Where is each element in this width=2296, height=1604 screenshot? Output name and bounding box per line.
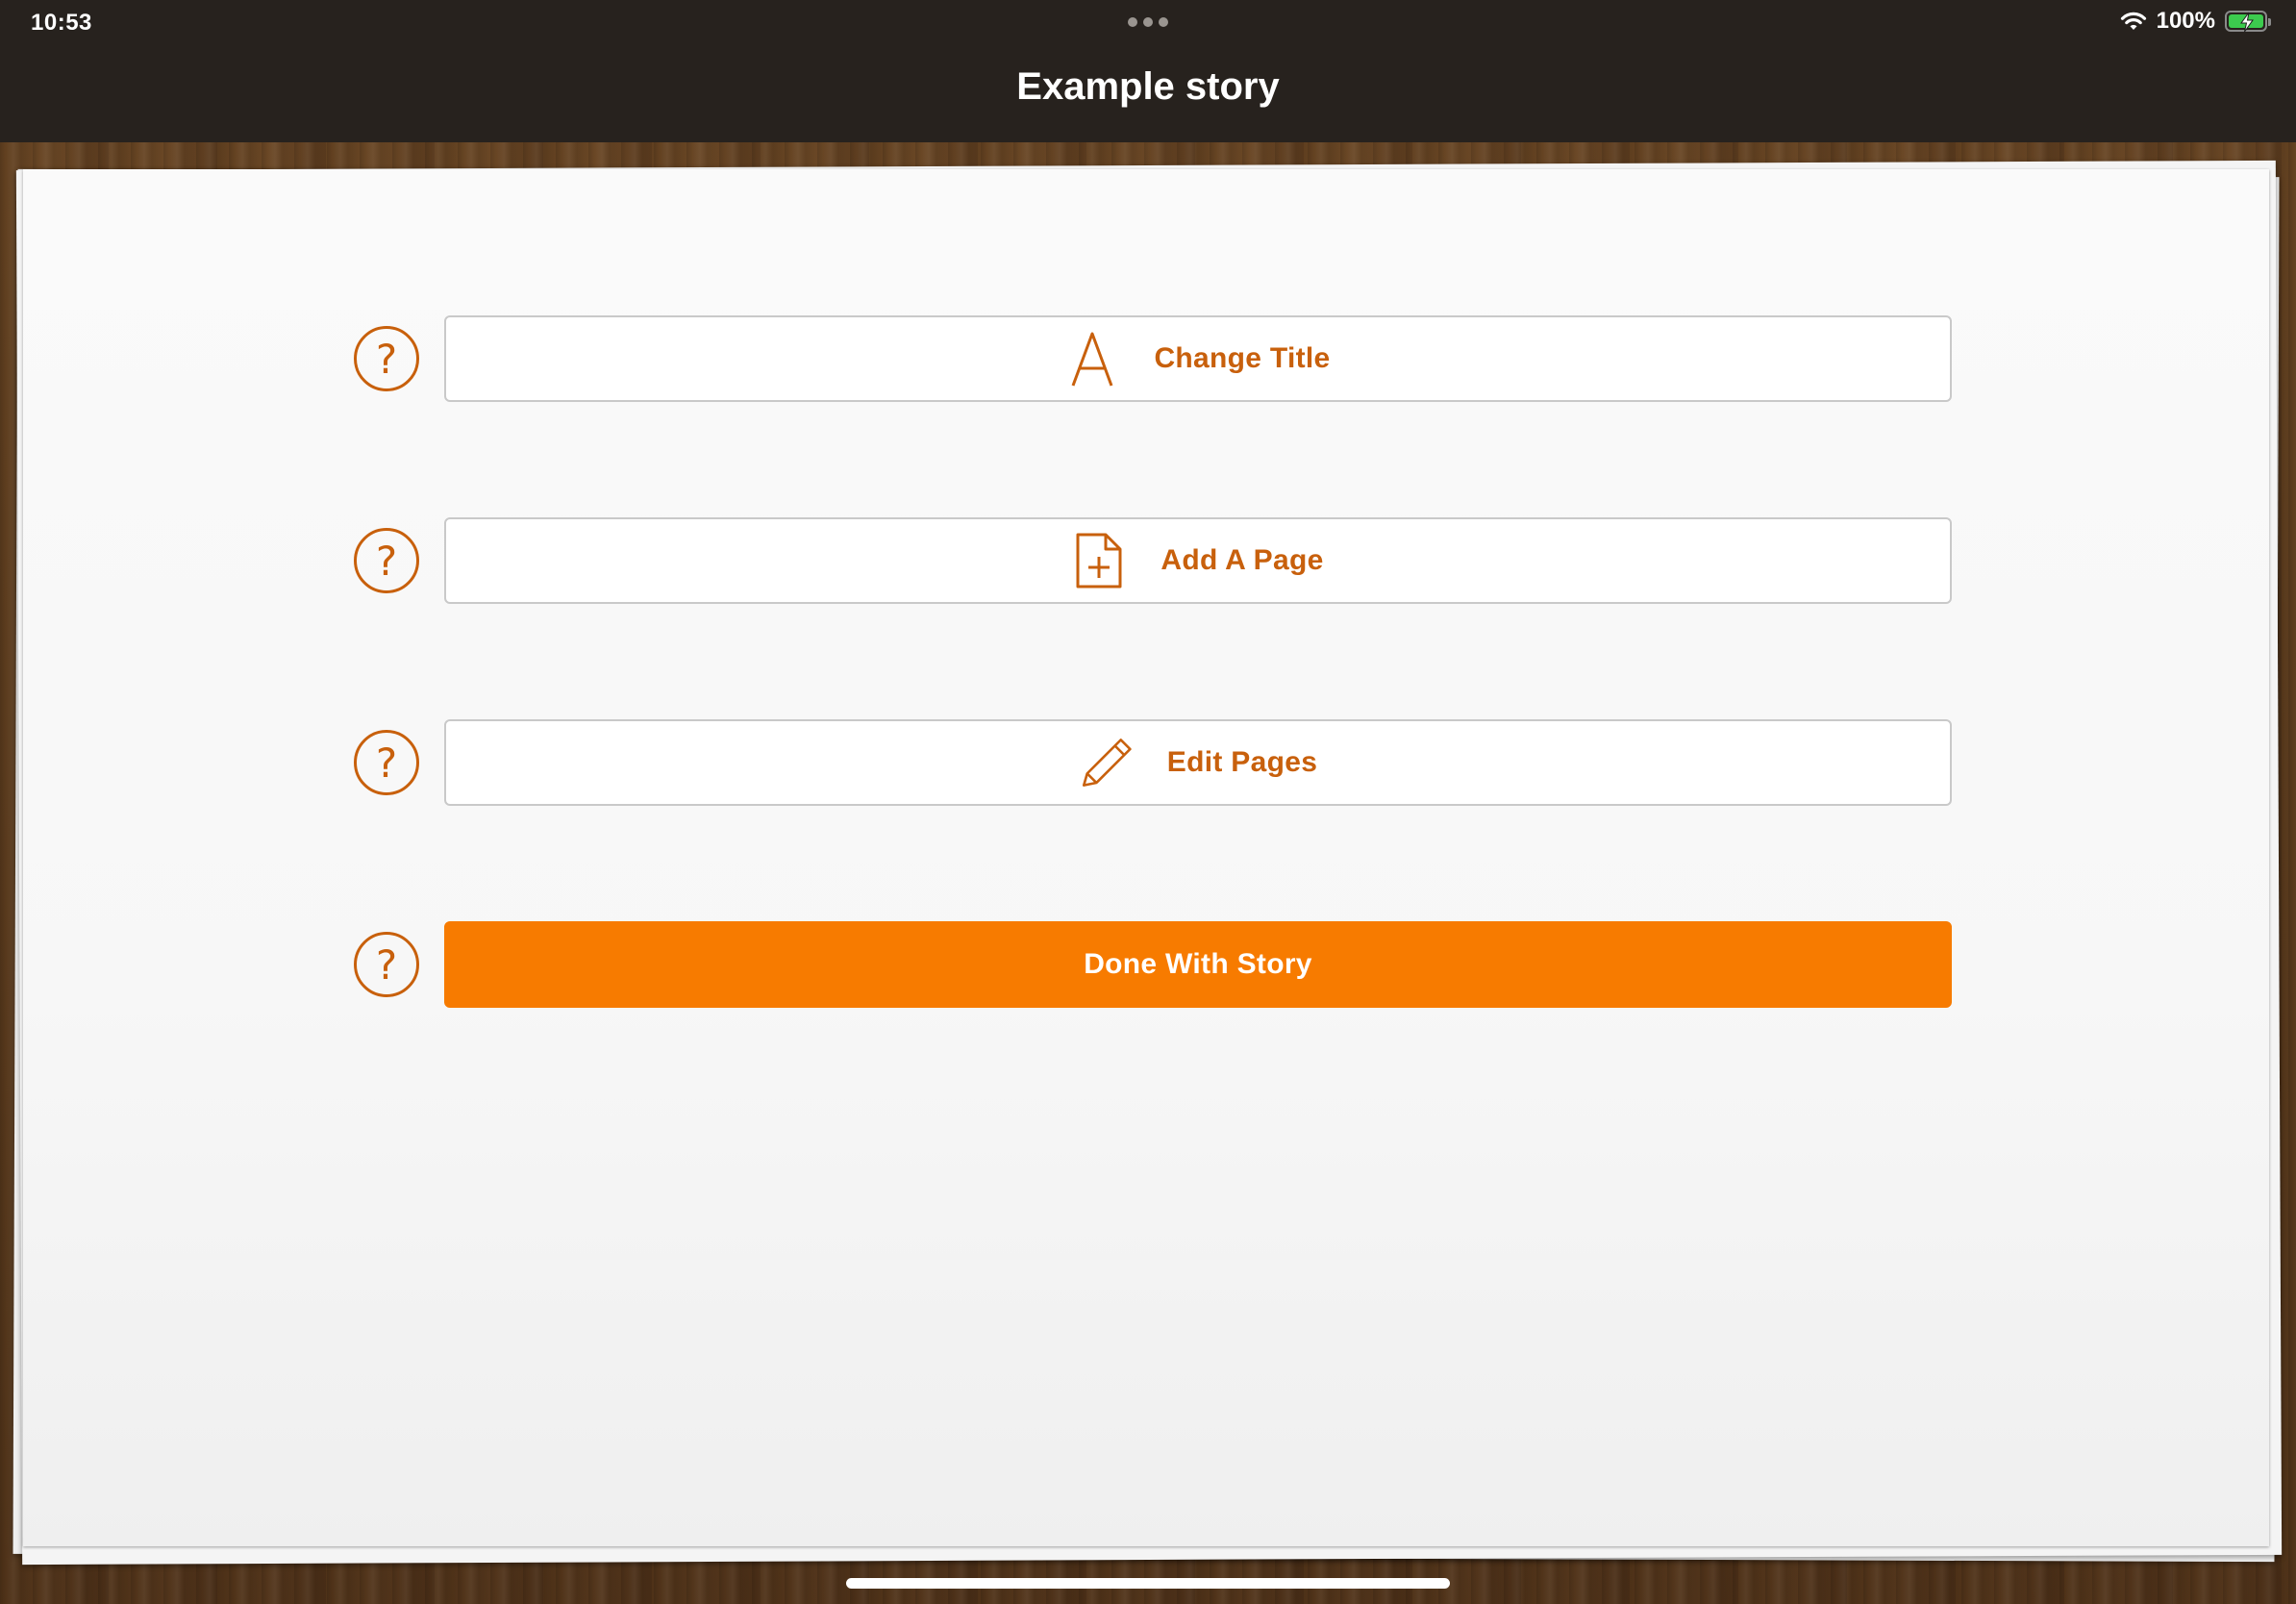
question-mark-icon: ? — [375, 537, 398, 585]
add-page-button[interactable]: Add A Page — [444, 517, 1952, 604]
done-with-story-button[interactable]: Done With Story — [444, 921, 1952, 1008]
question-mark-icon: ? — [375, 335, 398, 383]
status-time: 10:53 — [31, 10, 92, 36]
battery-charging-icon — [2225, 11, 2271, 33]
change-title-label: Change Title — [1154, 342, 1331, 374]
question-mark-icon: ? — [375, 739, 398, 787]
change-title-button[interactable]: Change Title — [444, 315, 1952, 402]
edit-pages-button[interactable]: Edit Pages — [444, 719, 1952, 806]
add-page-icon — [1072, 532, 1126, 589]
help-button-edit-pages[interactable]: ? — [354, 730, 419, 795]
edit-pages-label: Edit Pages — [1166, 746, 1318, 778]
help-button-done[interactable]: ? — [354, 932, 419, 997]
battery-percent: 100% — [2156, 8, 2215, 34]
done-row: ? Done With Story — [354, 921, 1954, 1008]
change-title-row: ? Change Title — [354, 315, 1954, 402]
home-indicator[interactable] — [846, 1578, 1450, 1589]
done-with-story-label: Done With Story — [1084, 948, 1312, 980]
help-button-add-page[interactable]: ? — [354, 528, 419, 593]
add-page-row: ? Add A Page — [354, 517, 1954, 604]
letter-a-icon — [1065, 330, 1119, 388]
pencil-icon — [1079, 734, 1133, 791]
add-page-label: Add A Page — [1160, 544, 1324, 576]
edit-pages-row: ? Edit Pages — [354, 719, 1954, 806]
wifi-icon — [2120, 11, 2147, 32]
multitasking-dots-icon[interactable] — [1128, 17, 1168, 27]
page-title: Example story — [1016, 65, 1280, 108]
top-bar: 10:53 100% Example story — [0, 0, 2296, 142]
question-mark-icon: ? — [375, 940, 398, 989]
help-button-change-title[interactable]: ? — [354, 326, 419, 391]
status-indicators: 100% — [2120, 8, 2271, 35]
